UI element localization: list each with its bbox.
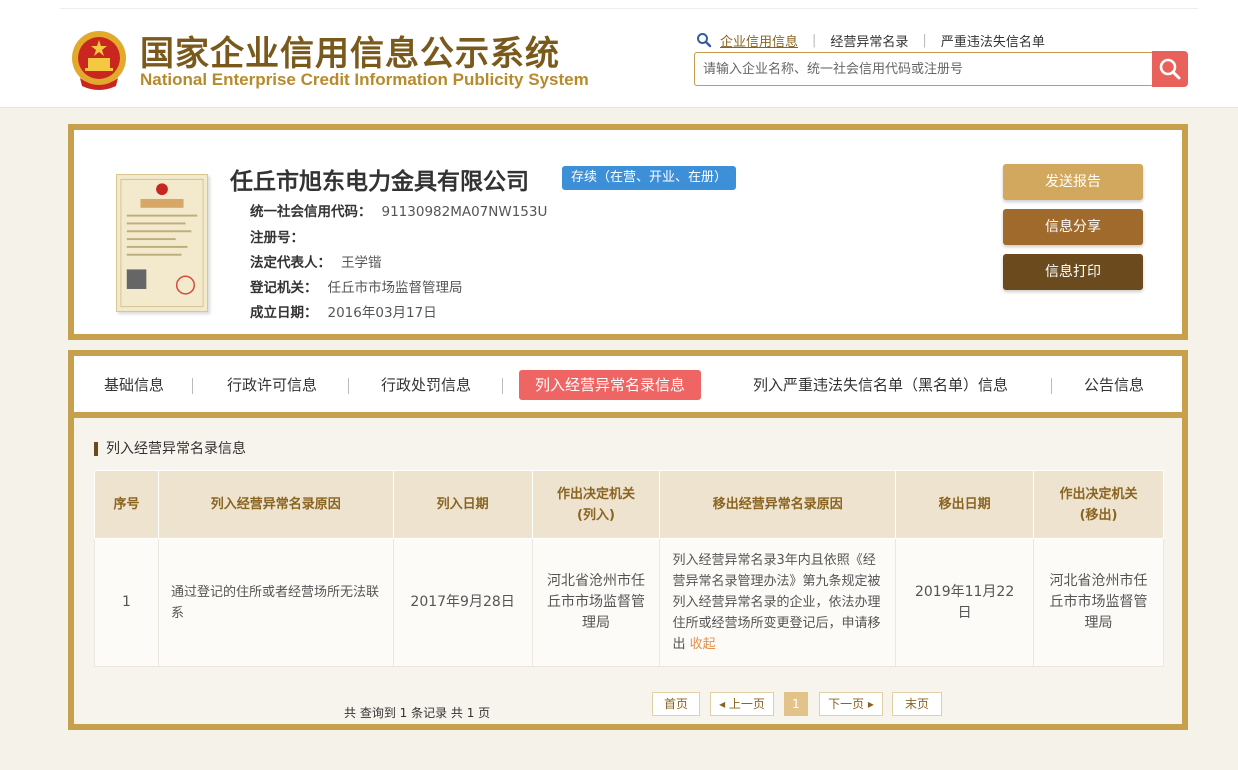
page-next-label: 下一页 [828, 697, 865, 711]
info-value: 2016年03月17日 [327, 305, 437, 321]
cell-date-in: 2017年9月28日 [392, 538, 533, 667]
link-blacklist[interactable]: 严重违法失信名单 [941, 31, 1045, 50]
info-label: 成立日期： [250, 305, 318, 321]
print-info-button[interactable]: 信息打印 [1003, 254, 1143, 290]
site-header: 国家企业信用信息公示系统 National Enterprise Credit … [0, 0, 1238, 108]
info-label: 注册号： [250, 230, 304, 246]
tab-divider [1051, 378, 1052, 394]
tab-divider [502, 378, 503, 394]
business-license-icon [116, 174, 208, 312]
cell-authority-out: 河北省沧州市任丘市市场监督管理局 [1033, 538, 1164, 667]
info-value: 91130982MA07NW153U [381, 204, 548, 220]
info-legal-rep: 法定代表人： 王学锴 [250, 251, 382, 271]
page-first-button[interactable]: 首页 [652, 692, 700, 716]
info-label: 统一社会信用代码： [250, 204, 372, 220]
tab-basic-info[interactable]: 基础信息 [104, 370, 164, 400]
col-reason-in: 列入经营异常名录原因 [157, 470, 394, 539]
abnormal-records-table: 序号 列入经营异常名录原因 列入日期 作出决定机关(列入) 移出经营异常名录原因… [94, 470, 1164, 667]
tab-bar: 基础信息 行政许可信息 行政处罚信息 列入经营异常名录信息 列入严重违法失信名单… [74, 356, 1182, 412]
info-reg-authority: 登记机关： 任丘市市场监督管理局 [250, 276, 463, 296]
tab-announcements[interactable]: 公告信息 [1084, 370, 1144, 400]
company-card: 任丘市旭东电力金具有限公司 存续（在营、开业、在册） 统一社会信用代码： 9113… [68, 124, 1188, 340]
top-links: 企业信用信息 | 经营异常名录 | 严重违法失信名单 [696, 31, 1045, 50]
info-label: 法定代表人： [250, 255, 331, 271]
link-abnormal-list[interactable]: 经营异常名录 [830, 31, 908, 50]
section-title: 列入经营异常名录信息 [94, 442, 246, 456]
table-row: 1 通过登记的住所或者经营场所无法联系 2017年9月28日 河北省沧州市任丘市… [94, 538, 1164, 667]
status-badge: 存续（在营、开业、在册） [562, 166, 737, 190]
col-authority-in: 作出决定机关(列入) [531, 470, 661, 539]
company-name: 任丘市旭东电力金具有限公司 [230, 169, 529, 195]
tab-blacklist[interactable]: 列入严重违法失信名单（黑名单）信息 [753, 370, 1008, 400]
page-prev-button[interactable]: ◂ 上一页 [710, 692, 774, 716]
cell-authority-in: 河北省沧州市任丘市市场监督管理局 [531, 538, 661, 667]
link-credit-info[interactable]: 企业信用信息 [720, 31, 798, 50]
page-current[interactable]: 1 [784, 692, 808, 716]
col-date-out: 移出日期 [895, 470, 1035, 539]
info-value: 王学锴 [341, 255, 382, 271]
info-reg-number: 注册号： [250, 226, 314, 246]
site-title-cn: 国家企业信用信息公示系统 [140, 34, 560, 74]
info-founded-date: 成立日期： 2016年03月17日 [250, 301, 437, 321]
col-index: 序号 [94, 470, 159, 539]
table-header-row: 序号 列入经营异常名录原因 列入日期 作出决定机关(列入) 移出经营异常名录原因… [94, 470, 1164, 539]
cell-index: 1 [94, 538, 159, 667]
page-last-button[interactable]: 末页 [892, 692, 942, 716]
info-label: 登记机关： [250, 280, 318, 296]
info-value: 任丘市市场监督管理局 [327, 280, 463, 296]
search-box [694, 52, 1154, 86]
search-input[interactable] [695, 53, 1154, 85]
record-total: 共 查询到 1 条记录 共 1 页 [344, 706, 491, 720]
col-authority-out: 作出决定机关(移出) [1033, 470, 1164, 539]
search-icon [697, 33, 712, 48]
tab-admin-license[interactable]: 行政许可信息 [227, 370, 317, 400]
cell-reason-in: 通过登记的住所或者经营场所无法联系 [157, 538, 394, 667]
cell-reason-out: 列入经营异常名录3年内且依照《经营异常名录管理办法》第九条规定被列入经营异常名录… [659, 538, 897, 667]
header-top-line [60, 8, 1198, 9]
col-reason-out: 移出经营异常名录原因 [659, 470, 897, 539]
page-prev-label: 上一页 [728, 697, 765, 711]
tab-content: 列入经营异常名录信息 序号 列入经营异常名录原因 列入日期 作出决定机关(列入)… [74, 418, 1182, 724]
national-emblem-icon [72, 31, 126, 90]
send-report-button[interactable]: 发送报告 [1003, 164, 1143, 200]
search-icon [1159, 58, 1181, 80]
chevron-left-icon: ◂ [719, 697, 729, 711]
page-next-button[interactable]: 下一页 ▸ [819, 692, 883, 716]
info-panel: 基础信息 行政许可信息 行政处罚信息 列入经营异常名录信息 列入严重违法失信名单… [68, 350, 1188, 730]
link-separator: | [922, 32, 927, 48]
tab-admin-penalty[interactable]: 行政处罚信息 [381, 370, 471, 400]
info-credit-code: 统一社会信用代码： 91130982MA07NW153U [250, 200, 547, 220]
chevron-right-icon: ▸ [864, 697, 874, 711]
tab-divider [192, 378, 193, 394]
col-date-in: 列入日期 [392, 470, 533, 539]
tab-divider [348, 378, 349, 394]
collapse-link[interactable]: 收起 [690, 637, 716, 652]
link-separator: | [812, 32, 817, 48]
site-title-en: National Enterprise Credit Information P… [140, 70, 589, 89]
tab-abnormal-list[interactable]: 列入经营异常名录信息 [519, 370, 702, 400]
share-info-button[interactable]: 信息分享 [1003, 209, 1143, 245]
search-button[interactable] [1152, 51, 1188, 87]
cell-date-out: 2019年11月22日 [895, 538, 1035, 667]
